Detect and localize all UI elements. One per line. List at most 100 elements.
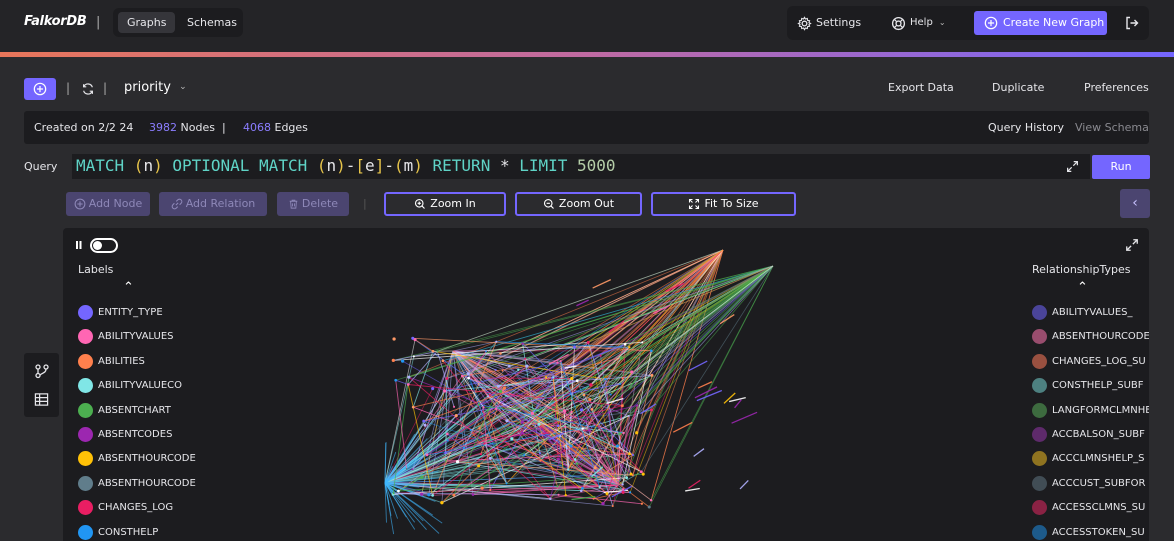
graph-node[interactable]	[467, 376, 471, 380]
label-item[interactable]: ABSENTHOURCODE	[78, 475, 196, 492]
zoom-out-button[interactable]: Zoom Out	[515, 192, 642, 216]
graph-node[interactable]	[584, 420, 587, 423]
graph-node[interactable]	[486, 408, 489, 412]
graph-node[interactable]	[454, 414, 458, 418]
add-graph-button[interactable]	[24, 78, 56, 100]
graph-node[interactable]	[443, 389, 447, 393]
graph-node[interactable]	[599, 354, 602, 357]
relationship-item[interactable]: ACCESSTOKEN_SU	[1032, 524, 1145, 541]
graph-node[interactable]	[480, 486, 484, 490]
relationship-item[interactable]: ACCBALSON_SUBF	[1032, 427, 1145, 443]
graph-node[interactable]	[575, 379, 579, 383]
graph-node[interactable]	[615, 444, 619, 448]
graph-node[interactable]	[453, 405, 456, 408]
graph-node[interactable]	[544, 396, 547, 399]
relationships-scroll-up[interactable]: ⌃	[1077, 280, 1088, 295]
label-item[interactable]: CONSTHELP	[78, 524, 158, 541]
graph-node[interactable]	[635, 431, 639, 435]
graph-node[interactable]	[423, 423, 427, 427]
add-relation-button[interactable]: Add Relation	[159, 192, 267, 216]
graph-node[interactable]	[569, 444, 573, 448]
graph-node[interactable]	[621, 483, 624, 486]
graph-node[interactable]	[444, 451, 447, 455]
relationship-item[interactable]: CHANGES_LOG_SU	[1032, 353, 1146, 370]
graph-node[interactable]	[629, 491, 632, 494]
graph-node[interactable]	[413, 338, 417, 342]
graph-node[interactable]	[588, 398, 592, 402]
graph-node[interactable]	[650, 349, 653, 353]
graph-node[interactable]	[502, 386, 507, 390]
graph-node[interactable]	[559, 360, 562, 362]
graph-node[interactable]	[411, 405, 415, 409]
graph-node[interactable]	[391, 358, 395, 363]
delete-button[interactable]: Delete	[277, 192, 349, 216]
graph-node[interactable]	[593, 466, 597, 470]
graph-node[interactable]	[496, 384, 500, 388]
graph-node[interactable]	[488, 393, 491, 397]
graph-node[interactable]	[485, 350, 487, 353]
graph-node[interactable]	[598, 486, 601, 489]
graph-node[interactable]	[556, 485, 559, 488]
graph-node[interactable]	[647, 505, 651, 509]
export-data-button[interactable]: Export Data	[888, 81, 954, 94]
label-item[interactable]: ABSENTCHART	[78, 402, 171, 419]
graph-node[interactable]	[420, 475, 424, 479]
graph-node[interactable]	[469, 429, 472, 432]
graph-node[interactable]	[621, 488, 625, 491]
relationship-item[interactable]: ABILITYVALUES_	[1032, 305, 1133, 321]
graph-node[interactable]	[566, 468, 570, 471]
graph-node[interactable]	[441, 359, 445, 363]
graph-node[interactable]	[406, 383, 410, 386]
relationship-item[interactable]: CONSTHELP_SUBF	[1032, 378, 1144, 394]
graph-node[interactable]	[631, 454, 635, 457]
table-view-icon[interactable]	[34, 392, 49, 407]
graph-node[interactable]	[589, 438, 593, 442]
add-node-button[interactable]: Add Node	[66, 192, 150, 216]
graph-node[interactable]	[521, 342, 524, 345]
graph-node[interactable]	[556, 424, 560, 428]
graph-node[interactable]	[505, 419, 509, 423]
graph-node[interactable]	[619, 383, 622, 385]
graph-node[interactable]	[523, 454, 526, 457]
graph-node[interactable]	[446, 432, 449, 436]
graph-node[interactable]	[431, 387, 435, 391]
graph-node[interactable]	[545, 376, 548, 379]
graph-node[interactable]	[425, 453, 429, 457]
graph-node[interactable]	[524, 357, 527, 360]
graph-node[interactable]	[557, 493, 560, 496]
graph-node[interactable]	[539, 459, 542, 462]
graph-node[interactable]	[505, 482, 508, 485]
help-button[interactable]: Help ⌄	[891, 6, 946, 40]
relationship-item[interactable]: ACCCLMNSHELP_S	[1032, 451, 1144, 467]
graph-node[interactable]	[445, 377, 449, 380]
graph-node[interactable]	[517, 368, 520, 372]
graph-node[interactable]	[618, 432, 622, 436]
graph-node[interactable]	[397, 489, 400, 493]
graph-node[interactable]	[621, 490, 625, 494]
graph-node[interactable]	[487, 395, 490, 398]
graph-node[interactable]	[564, 444, 567, 447]
graph-node[interactable]	[601, 501, 605, 506]
graph-node[interactable]	[498, 389, 503, 394]
label-item[interactable]: ABILITYVALUES	[78, 329, 174, 345]
graph-node[interactable]	[494, 368, 497, 371]
graph-visualization[interactable]	[63, 228, 1149, 541]
graph-node[interactable]	[466, 372, 470, 376]
graph-node[interactable]	[570, 410, 573, 413]
graph-node[interactable]	[622, 431, 625, 435]
graph-node[interactable]	[629, 472, 633, 476]
graph-node[interactable]	[477, 403, 481, 406]
graph-node[interactable]	[641, 472, 645, 476]
graph-node[interactable]	[628, 452, 632, 456]
graph-node[interactable]	[471, 493, 475, 496]
graph-node[interactable]	[427, 493, 431, 497]
graph-node[interactable]	[582, 393, 586, 397]
graph-node[interactable]	[590, 407, 594, 411]
graph-node[interactable]	[478, 427, 481, 430]
graph-node[interactable]	[405, 467, 408, 470]
relationship-item[interactable]: ACCCUST_SUBFOR	[1032, 475, 1146, 492]
graph-node[interactable]	[579, 408, 584, 412]
graph-view-icon[interactable]	[34, 363, 50, 379]
label-item[interactable]: CHANGES_LOG	[78, 500, 173, 516]
graph-node[interactable]	[587, 428, 591, 432]
